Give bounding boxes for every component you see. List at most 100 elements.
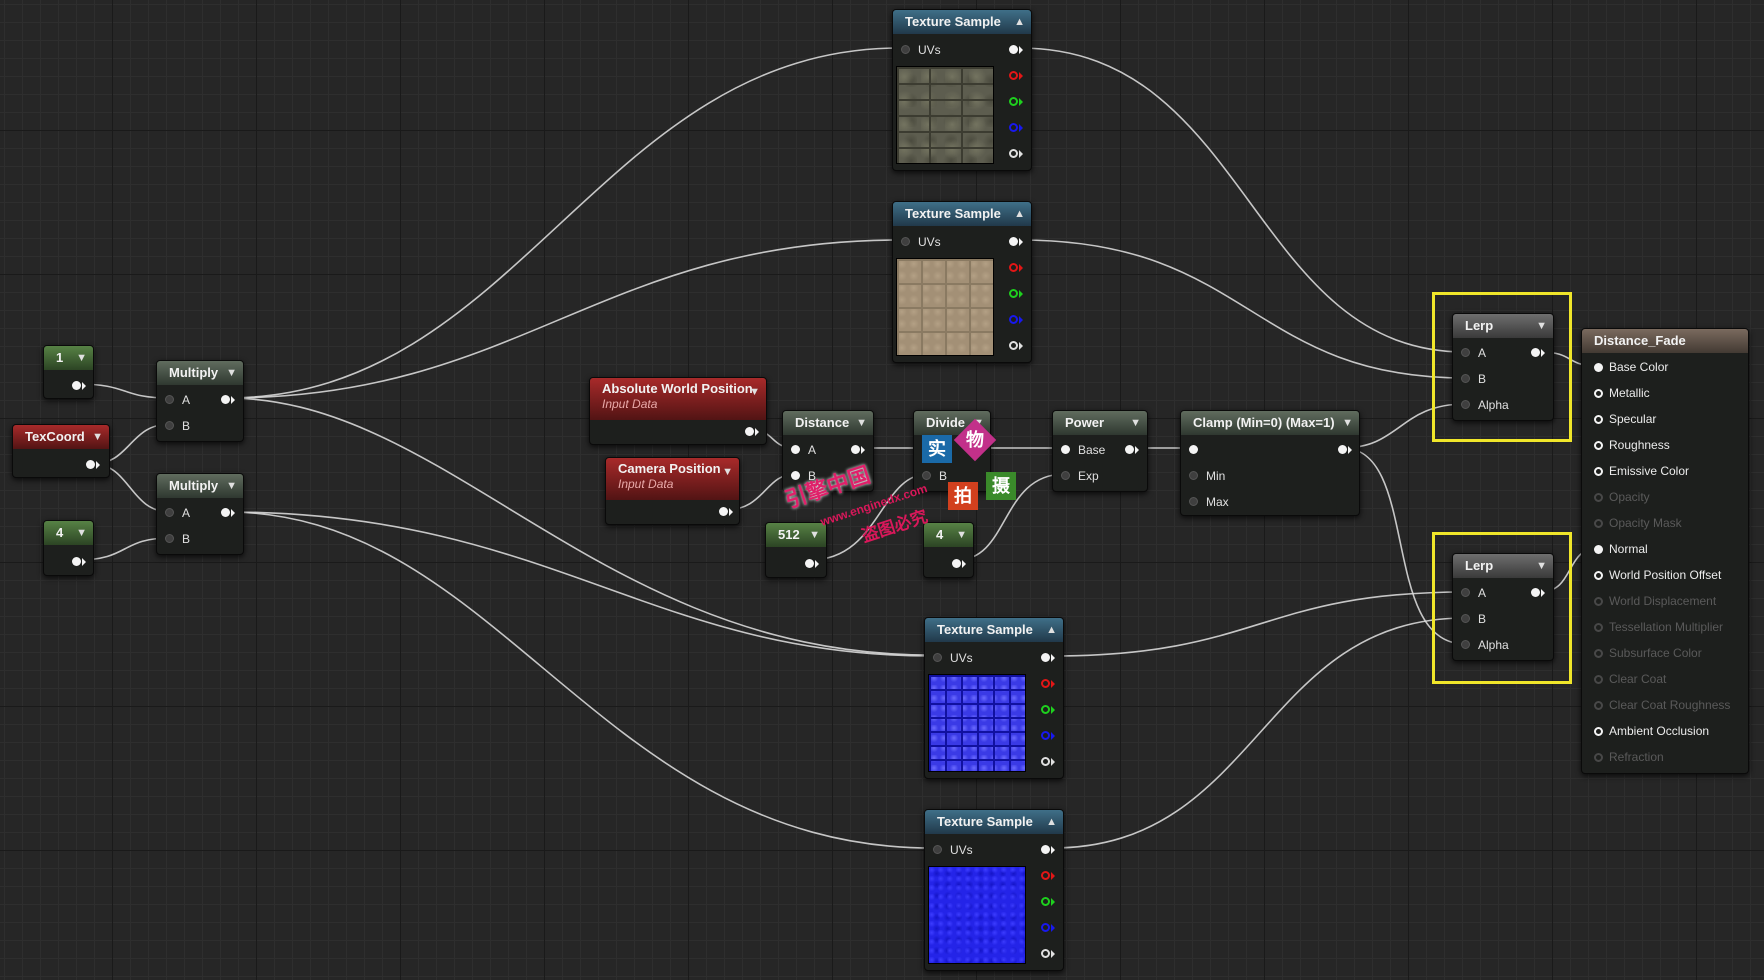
input-pin-b[interactable]: B <box>1461 368 1486 388</box>
multiply-node-1[interactable]: Multiply ▼ A B <box>156 360 244 442</box>
output-pin-a[interactable] <box>1041 751 1055 771</box>
output-pin-rgb[interactable] <box>1009 231 1023 251</box>
chevron-down-icon[interactable]: ▼ <box>809 523 820 547</box>
output-pin[interactable] <box>72 551 86 571</box>
texture-sample-node-1[interactable]: Texture Sample ▲ UVs <box>892 9 1032 171</box>
input-pin-alpha[interactable]: Alpha <box>1461 634 1509 654</box>
input-pin-min[interactable]: Min <box>1189 465 1225 485</box>
collapse-arrow-icon[interactable]: ▲ <box>1046 618 1057 642</box>
input-pin-b[interactable]: B <box>165 528 190 548</box>
input-pin-b[interactable]: B <box>165 415 190 435</box>
output-pin[interactable] <box>72 375 86 395</box>
output-pin-b[interactable] <box>1009 309 1023 329</box>
chevron-down-icon[interactable]: ▼ <box>1130 411 1141 435</box>
collapse-arrow-icon[interactable]: ▲ <box>1014 202 1025 226</box>
output-pin[interactable] <box>1338 439 1352 459</box>
material-input-pin[interactable] <box>1594 467 1603 477</box>
power-node[interactable]: Power ▼ Base Exp <box>1052 410 1148 492</box>
output-pin-a[interactable] <box>1009 143 1023 163</box>
output-pin[interactable] <box>719 501 733 521</box>
output-pin-a[interactable] <box>1041 943 1055 963</box>
output-pin-rgb[interactable] <box>1041 839 1055 859</box>
material-input-row[interactable]: Base Color <box>1594 357 1668 377</box>
output-pin-rgb[interactable] <box>1009 39 1023 59</box>
input-pin-value[interactable] <box>1189 439 1198 459</box>
material-input-pin[interactable] <box>1594 727 1603 737</box>
constant-node-4-left[interactable]: 4 ▼ <box>43 520 94 576</box>
chevron-down-icon[interactable]: ▼ <box>1536 314 1547 338</box>
input-pin-uvs[interactable]: UVs <box>933 839 973 859</box>
chevron-down-icon[interactable]: ▼ <box>92 425 103 449</box>
camera-position-node[interactable]: Camera Position Input Data ▼ <box>605 457 740 525</box>
texture-sample-node-3[interactable]: Texture Sample ▲ UVs <box>924 617 1064 779</box>
chevron-down-icon[interactable]: ▼ <box>856 411 867 435</box>
material-input-pin[interactable] <box>1594 389 1603 399</box>
output-pin-g[interactable] <box>1041 699 1055 719</box>
input-pin-b[interactable]: B <box>1461 608 1486 628</box>
output-pin-rgb[interactable] <box>1041 647 1055 667</box>
absolute-world-position-node[interactable]: Absolute World Position Input Data ▼ <box>589 377 767 445</box>
output-pin[interactable] <box>1531 342 1545 362</box>
output-pin-r[interactable] <box>1041 865 1055 885</box>
material-input-row[interactable]: Roughness <box>1594 435 1670 455</box>
lerp-node-1[interactable]: Lerp ▼ A B Alpha <box>1452 313 1554 421</box>
input-pin-uvs[interactable]: UVs <box>901 39 941 59</box>
lerp-node-2[interactable]: Lerp ▼ A B Alpha <box>1452 553 1554 661</box>
collapse-arrow-icon[interactable]: ▲ <box>1046 810 1057 834</box>
input-pin-a[interactable]: A <box>165 389 190 409</box>
output-pin[interactable] <box>805 553 819 573</box>
input-pin-a[interactable]: A <box>791 439 816 459</box>
texcoord-node[interactable]: TexCoord ▼ <box>12 424 110 478</box>
output-pin[interactable] <box>1531 582 1545 602</box>
input-pin-b[interactable]: B <box>922 465 947 485</box>
collapse-arrow-icon[interactable]: ▲ <box>1014 10 1025 34</box>
material-input-pin[interactable] <box>1594 363 1603 373</box>
clamp-node[interactable]: Clamp (Min=0) (Max=1) ▼ Min Max <box>1180 410 1360 516</box>
output-pin[interactable] <box>221 502 235 522</box>
output-pin-r[interactable] <box>1009 257 1023 277</box>
input-pin-uvs[interactable]: UVs <box>933 647 973 667</box>
input-pin-a[interactable]: A <box>1461 342 1486 362</box>
chevron-down-icon[interactable]: ▼ <box>226 474 237 498</box>
output-pin-a[interactable] <box>1009 335 1023 355</box>
output-pin-g[interactable] <box>1009 91 1023 111</box>
input-pin-base[interactable]: Base <box>1061 439 1105 459</box>
output-pin-r[interactable] <box>1009 65 1023 85</box>
output-pin[interactable] <box>745 421 759 441</box>
constant-node-512[interactable]: 512 ▼ <box>765 522 827 578</box>
input-pin-exp[interactable]: Exp <box>1061 465 1099 485</box>
material-input-row[interactable]: Normal <box>1594 539 1648 559</box>
chevron-down-icon[interactable]: ▼ <box>956 523 967 547</box>
texture-sample-node-2[interactable]: Texture Sample ▲ UVs <box>892 201 1032 363</box>
chevron-down-icon[interactable]: ▼ <box>722 466 733 478</box>
output-pin-g[interactable] <box>1041 891 1055 911</box>
output-pin[interactable] <box>1125 439 1139 459</box>
material-input-pin[interactable] <box>1594 441 1603 451</box>
output-pin[interactable] <box>221 389 235 409</box>
chevron-down-icon[interactable]: ▼ <box>76 521 87 545</box>
output-pin-b[interactable] <box>1041 917 1055 937</box>
material-input-pin[interactable] <box>1594 415 1603 425</box>
multiply-node-2[interactable]: Multiply ▼ A B <box>156 473 244 555</box>
material-input-row[interactable]: Emissive Color <box>1594 461 1689 481</box>
chevron-down-icon[interactable]: ▼ <box>749 386 760 398</box>
output-pin-b[interactable] <box>1041 725 1055 745</box>
material-input-pin[interactable] <box>1594 545 1603 555</box>
chevron-down-icon[interactable]: ▼ <box>1536 554 1547 578</box>
output-pin-b[interactable] <box>1009 117 1023 137</box>
chevron-down-icon[interactable]: ▼ <box>76 346 87 370</box>
constant-node-1[interactable]: 1 ▼ <box>43 345 94 399</box>
material-input-row[interactable]: Ambient Occlusion <box>1594 721 1709 741</box>
output-pin-g[interactable] <box>1009 283 1023 303</box>
chevron-down-icon[interactable]: ▼ <box>226 361 237 385</box>
output-pin[interactable] <box>86 454 100 474</box>
output-pin-r[interactable] <box>1041 673 1055 693</box>
texture-sample-node-4[interactable]: Texture Sample ▲ UVs <box>924 809 1064 971</box>
constant-node-4-mid[interactable]: 4 ▼ <box>923 522 974 578</box>
output-pin[interactable] <box>952 553 966 573</box>
chevron-down-icon[interactable]: ▼ <box>1342 411 1353 435</box>
input-pin-max[interactable]: Max <box>1189 491 1229 511</box>
material-input-row[interactable]: Metallic <box>1594 383 1650 403</box>
material-input-row[interactable]: Specular <box>1594 409 1656 429</box>
input-pin-uvs[interactable]: UVs <box>901 231 941 251</box>
